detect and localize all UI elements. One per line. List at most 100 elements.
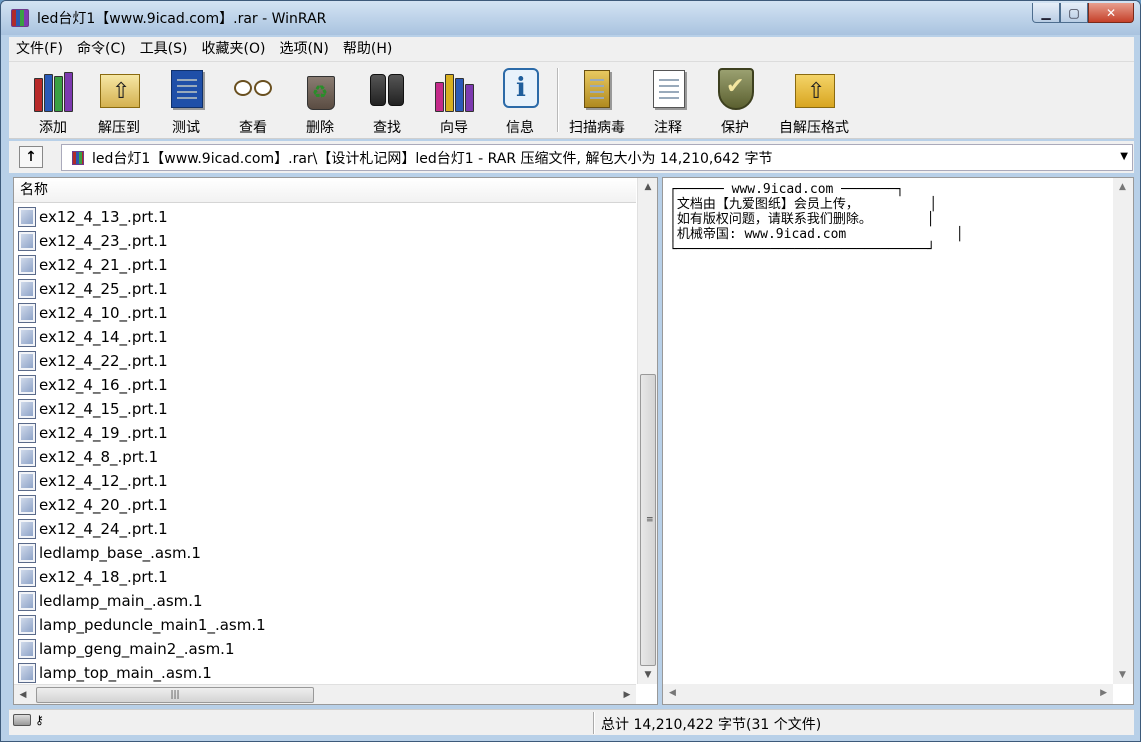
comment-scroll-right-icon[interactable]: ▶ (1100, 688, 1107, 698)
scroll-down-icon[interactable]: ▼ (638, 666, 658, 684)
maximize-button[interactable]: ▢ (1060, 3, 1088, 23)
up-folder-button[interactable]: ↑ (19, 146, 43, 168)
find-button[interactable]: 查找 (355, 66, 419, 136)
file-list: ex12_4_13_.prt.1 ex12_4_23_.prt.1 ex12_4_2… (14, 205, 636, 685)
file-row[interactable]: ex12_4_24_.prt.1 (14, 517, 636, 541)
comment-line: │文档由【九爱图纸】会员上传， │ (669, 197, 938, 212)
winrar-window: led台灯1【www.9icad.com】.rar - WinRAR ▁ ▢ ✕… (0, 0, 1141, 742)
file-row[interactable]: ex12_4_15_.prt.1 (14, 397, 636, 421)
file-row[interactable]: ex12_4_18_.prt.1 (14, 565, 636, 589)
menu-commands[interactable]: 命令(C) (70, 37, 133, 61)
extract-to-label: 解压到 (98, 120, 140, 136)
protect-label: 保护 (721, 120, 749, 136)
file-row[interactable]: ex12_4_14_.prt.1 (14, 325, 636, 349)
close-button[interactable]: ✕ (1088, 3, 1134, 23)
comment-notepad-icon (645, 66, 691, 112)
window-controls: ▁ ▢ ✕ (1032, 3, 1134, 23)
virus-scan-label: 扫描病毒 (569, 120, 625, 136)
extract-to-button[interactable]: 解压到 (87, 66, 151, 136)
menu-favorites[interactable]: 收藏夹(O) (195, 37, 273, 61)
info-button[interactable]: i 信息 (488, 66, 552, 136)
comment-scroll-up-icon[interactable]: ▲ (1119, 182, 1126, 192)
file-name: ledlamp_main_.asm.1 (39, 592, 203, 610)
comment-button[interactable]: 注释 (636, 66, 700, 136)
comment-scroll-left-icon[interactable]: ◀ (669, 688, 676, 698)
protect-button[interactable]: 保护 (703, 66, 767, 136)
sfx-button[interactable]: 自解压格式 (775, 66, 853, 136)
file-row[interactable]: ex12_4_21_.prt.1 (14, 253, 636, 277)
chevron-down-icon[interactable]: ▼ (1120, 151, 1128, 162)
address-path-text: led台灯1【www.9icad.com】.rar\【设计札记网】led台灯1 … (92, 150, 773, 167)
comment-vertical-scrollbar[interactable]: ▲ ▼ (1113, 178, 1133, 684)
scroll-thumb[interactable]: ≡ (640, 374, 656, 666)
file-icon (18, 615, 36, 635)
file-name: lamp_geng_main2_.asm.1 (39, 640, 235, 658)
test-button[interactable]: 测试 (154, 66, 218, 136)
file-row[interactable]: ex12_4_20_.prt.1 (14, 493, 636, 517)
comment-line: │机械帝国: www.9icad.com │ (669, 227, 964, 242)
file-row[interactable]: ex12_4_12_.prt.1 (14, 469, 636, 493)
file-row[interactable]: ex12_4_25_.prt.1 (14, 277, 636, 301)
scroll-left-icon[interactable]: ◀ (14, 685, 32, 705)
vertical-scrollbar[interactable]: ▲ ≡ ▼ (637, 178, 657, 684)
sfx-box-icon (791, 66, 837, 112)
file-name: ex12_4_14_.prt.1 (39, 328, 168, 346)
hscroll-thumb[interactable]: ||| (36, 687, 314, 703)
file-row[interactable]: lamp_geng_main2_.asm.1 (14, 637, 636, 661)
add-label: 添加 (39, 120, 67, 136)
wizard-button[interactable]: 向导 (422, 66, 486, 136)
up-arrow-icon: ↑ (25, 149, 37, 165)
archive-icon (72, 150, 84, 165)
toolbar: 添加 解压到 测试 查看 删除 查找 (9, 61, 1134, 139)
file-row[interactable]: ex12_4_22_.prt.1 (14, 349, 636, 373)
file-name: ex12_4_16_.prt.1 (39, 376, 168, 394)
file-icon (18, 279, 36, 299)
menu-tools[interactable]: 工具(S) (133, 37, 195, 61)
column-header-name[interactable]: 名称 (14, 178, 636, 203)
minimize-button[interactable]: ▁ (1032, 3, 1060, 23)
file-row[interactable]: ledlamp_base_.asm.1 (14, 541, 636, 565)
file-row[interactable]: ex12_4_16_.prt.1 (14, 373, 636, 397)
horizontal-scrollbar[interactable]: ◀ ||| ▶ (14, 684, 636, 704)
add-archive-icon (30, 66, 76, 112)
add-button[interactable]: 添加 (21, 66, 85, 136)
comment-horizontal-scrollbar[interactable]: ◀ ▶ (663, 684, 1113, 704)
file-row[interactable]: lamp_peduncle_main1_.asm.1 (14, 613, 636, 637)
file-row[interactable]: ex12_4_19_.prt.1 (14, 421, 636, 445)
find-binoculars-icon (364, 66, 410, 112)
delete-button[interactable]: 删除 (288, 66, 352, 136)
file-row[interactable]: lamp_top_main_.asm.1 (14, 661, 636, 685)
find-label: 查找 (373, 120, 401, 136)
window-title: led台灯1【www.9icad.com】.rar - WinRAR (37, 11, 327, 27)
virus-scan-icon (574, 66, 620, 112)
virus-scan-button[interactable]: 扫描病毒 (565, 66, 629, 136)
scroll-up-icon[interactable]: ▲ (638, 178, 658, 196)
file-name: ex12_4_8_.prt.1 (39, 448, 159, 466)
file-row[interactable]: ex12_4_23_.prt.1 (14, 229, 636, 253)
key-icon[interactable]: ⚷ (35, 714, 57, 726)
address-path-field[interactable]: led台灯1【www.9icad.com】.rar\【设计札记网】led台灯1 … (61, 144, 1133, 171)
drive-icon[interactable] (13, 714, 31, 726)
scroll-right-icon[interactable]: ▶ (618, 685, 636, 705)
file-row[interactable]: ex12_4_13_.prt.1 (14, 205, 636, 229)
winrar-app-icon[interactable] (11, 9, 29, 27)
view-button[interactable]: 查看 (221, 66, 285, 136)
file-name: ex12_4_25_.prt.1 (39, 280, 168, 298)
menu-file[interactable]: 文件(F) (9, 37, 70, 61)
file-icon (18, 543, 36, 563)
file-row[interactable]: ex12_4_10_.prt.1 (14, 301, 636, 325)
file-icon (18, 231, 36, 251)
file-row[interactable]: ledlamp_main_.asm.1 (14, 589, 636, 613)
file-list-pane: 名称 ex12_4_13_.prt.1 ex12_4_23_.prt.1 ex12_… (13, 177, 658, 705)
wizard-icon (431, 66, 477, 112)
file-icon (18, 447, 36, 467)
menu-help[interactable]: 帮助(H) (336, 37, 399, 61)
menu-bar: 文件(F) 命令(C) 工具(S) 收藏夹(O) 选项(N) 帮助(H) (9, 37, 1134, 61)
archive-comment: ┌────── www.9icad.com ───────┐ │文档由【九爱图纸】… (669, 182, 964, 257)
file-name: ledlamp_base_.asm.1 (39, 544, 201, 562)
delete-trash-icon (297, 66, 343, 112)
file-icon (18, 423, 36, 443)
comment-scroll-down-icon[interactable]: ▼ (1119, 670, 1126, 680)
file-row[interactable]: ex12_4_8_.prt.1 (14, 445, 636, 469)
menu-options[interactable]: 选项(N) (272, 37, 335, 61)
